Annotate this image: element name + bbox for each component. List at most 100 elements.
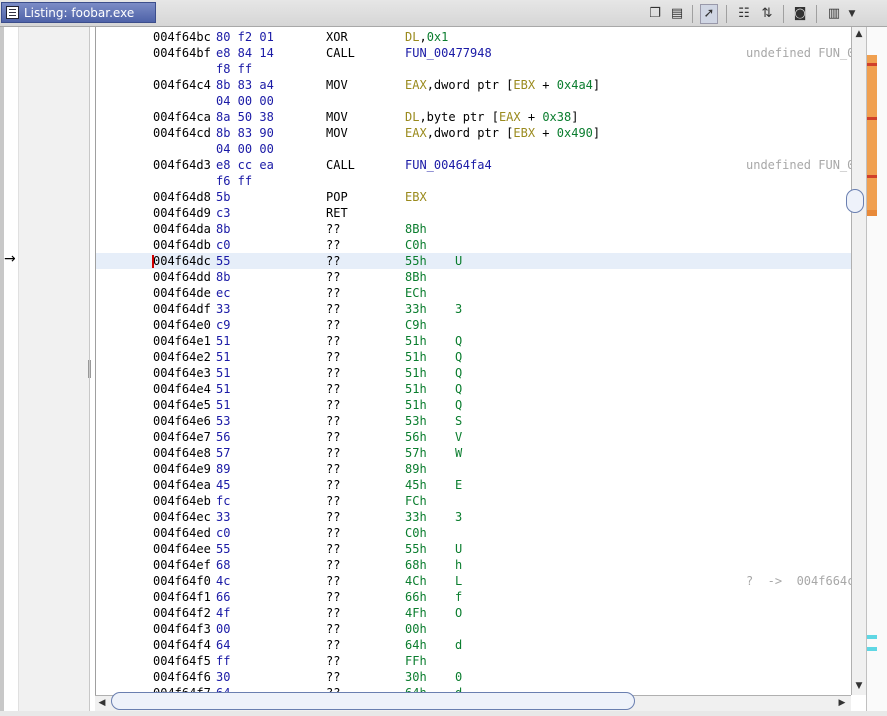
- mnemonic: ??: [326, 286, 341, 300]
- instruction-bytes: 8b: [216, 270, 231, 284]
- listing-tab[interactable]: Listing: foobar.exe: [1, 2, 156, 23]
- listing-row[interactable]: 004f64c4 8b 83 a4 MOV EAX,dword ptr [EBX + …: [96, 77, 851, 93]
- listing-row[interactable]: 004f64e9 89?? 89h: [96, 461, 851, 477]
- address: 004f64cd: [153, 126, 211, 140]
- operand-token: C9h: [405, 318, 427, 332]
- code-listing[interactable]: 004f64bc 80 f2 01 XOR DL,0x1 004f64bf e8 84 1…: [95, 27, 851, 695]
- listing-row[interactable]: 04 00 00: [96, 141, 851, 157]
- listing-row[interactable]: f8 ff: [96, 61, 851, 77]
- listing-row[interactable]: 004f64ca 8a 50 38 MOV DL,byte ptr [EAX + 0x…: [96, 109, 851, 125]
- listing-row[interactable]: 004f64bc 80 f2 01 XOR DL,0x1: [96, 29, 851, 45]
- diff-icon[interactable]: ⇅: [758, 5, 776, 23]
- listing-row[interactable]: 004f64f4 64?? 64h d: [96, 637, 851, 653]
- listing-row[interactable]: 004f64e8 57?? 57h W: [96, 445, 851, 461]
- overview-marker: [867, 175, 877, 178]
- mnemonic: CALL: [326, 158, 355, 172]
- horizontal-scroll-thumb[interactable]: [111, 692, 635, 710]
- operand-token[interactable]: FUN_00464fa4: [405, 158, 492, 172]
- listing-row[interactable]: 004f64f0 4c?? 4Ch L ? -> 004f664c: [96, 573, 851, 589]
- listing-row[interactable]: 004f64e1 51?? 51h Q: [96, 333, 851, 349]
- operand-token: 68h: [405, 558, 427, 572]
- operands: FCh: [405, 493, 427, 509]
- listing-row[interactable]: 004f64df 33?? 33h 3: [96, 301, 851, 317]
- dropdown-icon[interactable]: ▼: [843, 5, 861, 23]
- listing-row[interactable]: 04 00 00: [96, 93, 851, 109]
- scroll-down-icon[interactable]: ▼: [852, 679, 866, 693]
- listing-row[interactable]: 004f64f6 30?? 30h 0: [96, 669, 851, 685]
- listing-row[interactable]: 004f64dc 55?? 55h U: [96, 253, 851, 269]
- mnemonic: ??: [326, 590, 341, 604]
- structure-icon[interactable]: ☷: [735, 5, 753, 23]
- listing-row[interactable]: 004f64ea 45?? 45h E: [96, 477, 851, 493]
- listing-row[interactable]: 004f64d8 5b POP EBX: [96, 189, 851, 205]
- ascii-char: W: [455, 446, 463, 460]
- overview-code-region: [867, 55, 877, 215]
- listing-row[interactable]: 004f64da 8b?? 8Bh: [96, 221, 851, 237]
- listing-row[interactable]: f6 ff: [96, 173, 851, 189]
- instruction-bytes: 8a 50 38: [216, 110, 274, 124]
- copy-icon[interactable]: ❐: [646, 5, 664, 23]
- flow-arrows-gutter[interactable]: [19, 27, 90, 716]
- scroll-left-icon[interactable]: ◀: [95, 696, 109, 711]
- listing-row[interactable]: 004f64cd 8b 83 90 MOV EAX,dword ptr [EBX + …: [96, 125, 851, 141]
- listing-row[interactable]: 004f64e5 51?? 51h Q: [96, 397, 851, 413]
- operand-token: 51h: [405, 334, 427, 348]
- operand-token: +: [520, 110, 543, 124]
- listing-row[interactable]: 004f64e3 51?? 51h Q: [96, 365, 851, 381]
- splitter-grip[interactable]: [88, 360, 91, 378]
- overview-bar[interactable]: [866, 27, 887, 716]
- listing-row[interactable]: 004f64de ec?? ECh: [96, 285, 851, 301]
- operand-token[interactable]: FUN_00477948: [405, 46, 492, 60]
- paste-icon[interactable]: ▤: [668, 5, 686, 23]
- operand-token: ]: [592, 126, 601, 140]
- mnemonic: ??: [326, 558, 341, 572]
- instruction-bytes: 33: [216, 510, 231, 524]
- listing-row[interactable]: 004f64e4 51?? 51h Q: [96, 381, 851, 397]
- overview-marker: [867, 63, 877, 66]
- listing-row[interactable]: 004f64f3 00?? 00h: [96, 621, 851, 637]
- operand-token: 55h: [405, 542, 427, 556]
- instruction-bytes: 80 f2 01: [216, 30, 274, 44]
- listing-row[interactable]: 004f64d3 e8 cc ea CALL FUN_00464fa4 undefine…: [96, 157, 851, 173]
- listing-row[interactable]: 004f64e6 53?? 53h S: [96, 413, 851, 429]
- operands: 30h: [405, 669, 427, 685]
- operand-token: EBX: [405, 190, 427, 204]
- listing-row[interactable]: 004f64db c0?? C0h: [96, 237, 851, 253]
- scroll-up-icon[interactable]: ▲: [852, 27, 866, 41]
- listing-row[interactable]: 004f64f1 66?? 66h f: [96, 589, 851, 605]
- listing-row[interactable]: 004f64bf e8 84 14 CALL FUN_00477948 undefine…: [96, 45, 851, 61]
- operands: 57h: [405, 445, 427, 461]
- ascii-char: h: [455, 558, 463, 572]
- listing-row[interactable]: 004f64f2 4f?? 4Fh O: [96, 605, 851, 621]
- scroll-right-icon[interactable]: ▶: [835, 696, 849, 711]
- listing-row[interactable]: 004f64e2 51?? 51h Q: [96, 349, 851, 365]
- listing-row[interactable]: 004f64dd 8b?? 8Bh: [96, 269, 851, 285]
- listing-row[interactable]: 004f64d9 c3 RET: [96, 205, 851, 221]
- instruction-bytes: 64: [216, 638, 231, 652]
- address: 004f64ea: [153, 478, 211, 492]
- instruction-bytes: c0: [216, 526, 231, 540]
- listing-row[interactable]: 004f64f5 ff?? FFh: [96, 653, 851, 669]
- listing-row[interactable]: 004f64eb fc?? FCh: [96, 493, 851, 509]
- address: 004f64e2: [153, 350, 211, 364]
- listing-row[interactable]: 004f64ef 68?? 68h h: [96, 557, 851, 573]
- listing-row[interactable]: 004f64ee 55?? 55h U: [96, 541, 851, 557]
- layout-icon[interactable]: ▥: [825, 5, 843, 23]
- listing-row[interactable]: 004f64ed c0?? C0h: [96, 525, 851, 541]
- listing-row[interactable]: 004f64e0 c9?? C9h: [96, 317, 851, 333]
- vertical-scroll-thumb[interactable]: [846, 189, 864, 213]
- operands: ECh: [405, 285, 427, 301]
- listing-row[interactable]: 004f64ec 33?? 33h 3: [96, 509, 851, 525]
- operands: C0h: [405, 237, 427, 253]
- cursor-icon[interactable]: ➚: [700, 4, 718, 24]
- operands: EAX,dword ptr [EBX + 0x490]: [405, 125, 600, 141]
- overview-data-marker: [867, 647, 877, 651]
- listing-row[interactable]: 004f64e7 56?? 56h V: [96, 429, 851, 445]
- text-cursor: [152, 255, 154, 268]
- horizontal-scrollbar[interactable]: ◀ ▶: [95, 692, 851, 711]
- ascii-char: Q: [455, 398, 463, 412]
- snapshot-icon[interactable]: ◙: [791, 5, 809, 23]
- vertical-scrollbar[interactable]: ▲ ▼: [846, 27, 866, 695]
- mnemonic: ??: [326, 398, 341, 412]
- operands: 51h: [405, 381, 427, 397]
